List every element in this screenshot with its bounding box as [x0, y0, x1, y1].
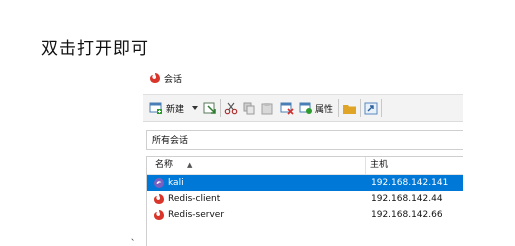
- toolbar-separator: [338, 99, 340, 117]
- session-row[interactable]: Redis-server 192.168.142.66: [147, 207, 463, 223]
- delete-button[interactable]: [280, 97, 294, 119]
- scissors-icon: [224, 102, 238, 114]
- window-title: 会话: [164, 74, 183, 85]
- shortcut-arrow-icon: [364, 102, 378, 114]
- new-dropdown-arrow[interactable]: [192, 97, 199, 119]
- properties-button[interactable]: 属性: [299, 97, 333, 119]
- folder-icon: [343, 104, 357, 114]
- window-titlebar: 会话: [143, 64, 463, 92]
- folder-button[interactable]: [342, 97, 357, 119]
- open-button[interactable]: [203, 97, 217, 119]
- session-icon: [154, 178, 164, 188]
- paste-button[interactable]: [260, 97, 274, 119]
- shortcut-button[interactable]: [364, 97, 378, 119]
- delete-session-icon: [280, 102, 294, 115]
- properties-icon: [299, 102, 313, 114]
- paste-icon: [261, 102, 273, 114]
- session-folder-path: 所有会话: [146, 130, 463, 150]
- open-session-icon: [203, 102, 216, 114]
- session-list: 名称 ▲ 主机 kali 192.168.142.141 Redis-clien…: [146, 156, 463, 246]
- new-button[interactable]: 新建: [149, 97, 184, 119]
- xshell-logo-icon: [150, 73, 160, 83]
- new-session-icon: [149, 102, 162, 114]
- session-icon: [154, 210, 164, 220]
- copy-button[interactable]: [242, 97, 256, 119]
- sort-ascending-icon: ▲: [187, 161, 193, 169]
- toolbar-separator: [360, 99, 362, 117]
- session-name: Redis-server: [168, 210, 225, 220]
- copy-icon: [243, 102, 255, 114]
- session-row[interactable]: Redis-client 192.168.142.44: [147, 191, 463, 207]
- dropdown-arrow-icon: [192, 106, 199, 110]
- cut-button[interactable]: [224, 97, 238, 119]
- stray-mark: 、: [131, 233, 139, 242]
- session-icon: [154, 194, 164, 204]
- toolbar-separator: [381, 99, 383, 117]
- session-window: 会话 新建 属性 所有会话 名称 ▲ 主机 kali 192.168.142.1…: [143, 64, 463, 246]
- list-header: 名称 ▲ 主机: [147, 157, 463, 175]
- session-name: kali: [168, 178, 184, 188]
- session-host: 192.168.142.141: [371, 178, 449, 188]
- new-button-label: 新建: [166, 104, 185, 115]
- session-host: 192.168.142.44: [371, 194, 443, 204]
- session-host: 192.168.142.66: [371, 210, 443, 220]
- column-divider[interactable]: [365, 157, 366, 174]
- column-header-name[interactable]: 名称: [155, 157, 173, 174]
- column-header-host[interactable]: 主机: [370, 157, 388, 174]
- page-heading: 双击打开即可: [41, 39, 149, 59]
- session-row[interactable]: kali 192.168.142.141: [147, 175, 463, 191]
- toolbar: 新建 属性: [143, 94, 463, 122]
- toolbar-separator: [220, 99, 222, 117]
- session-name: Redis-client: [168, 194, 221, 204]
- properties-button-label: 属性: [315, 104, 334, 115]
